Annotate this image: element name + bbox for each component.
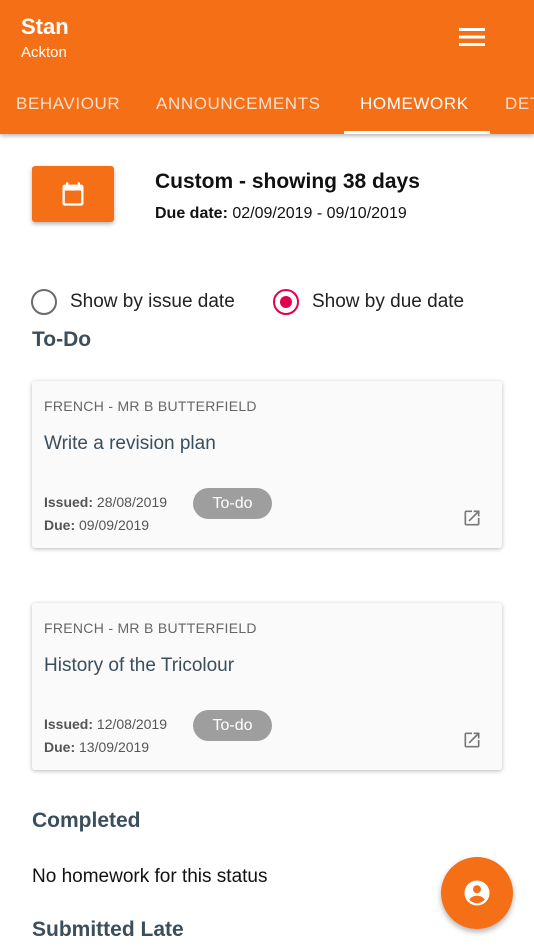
tab-behaviour[interactable]: BEHAVIOUR	[16, 80, 120, 134]
radio-issue-label: Show by issue date	[70, 291, 235, 312]
card-title: Write a revision plan	[44, 433, 216, 454]
section-heading-todo: To-Do	[32, 328, 92, 351]
issued-label: Issued:	[44, 494, 94, 510]
due-label: Due:	[44, 739, 76, 755]
homework-card[interactable]: FRENCH - MR B BUTTERFIELD History of the…	[32, 603, 502, 770]
due-date-label: Due date:	[155, 205, 228, 222]
section-heading-submitted-late: Submitted Late	[32, 918, 184, 941]
due-date: 13/09/2019	[79, 739, 150, 755]
open-homework-button[interactable]	[460, 728, 484, 752]
open-in-new-icon	[464, 510, 480, 526]
card-title: History of the Tricolour	[44, 655, 235, 676]
date-range-button[interactable]	[32, 166, 114, 222]
due-date-value: 02/09/2019 - 09/10/2019	[232, 205, 407, 222]
account-fab-button[interactable]	[441, 857, 513, 929]
open-in-new-icon	[464, 732, 480, 748]
due-date: 09/09/2019	[79, 517, 150, 533]
card-dates: Issued: 28/08/2019 Due: 09/09/2019	[44, 491, 167, 537]
open-homework-button[interactable]	[460, 506, 484, 530]
status-badge: To-do	[193, 710, 272, 741]
issued-date: 28/08/2019	[96, 494, 167, 510]
due-label: Due:	[44, 517, 76, 533]
app-bar: Stan Ackton BEHAVIOUR ANNOUNCEMENTS HOME…	[0, 0, 534, 134]
card-dates: Issued: 12/08/2019 Due: 13/09/2019	[44, 713, 167, 759]
homework-card[interactable]: FRENCH - MR B BUTTERFIELD Write a revisi…	[32, 381, 502, 548]
due-date-range: Due date: 02/09/2019 - 09/10/2019	[155, 205, 407, 223]
active-tab-indicator	[344, 131, 490, 134]
menu-button[interactable]	[452, 20, 492, 54]
hamburger-menu-icon	[459, 28, 485, 46]
radio-show-by-issue-date[interactable]: Show by issue date	[31, 288, 235, 316]
date-range-title: Custom - showing 38 days	[155, 170, 420, 193]
calendar-icon	[62, 182, 84, 206]
radio-show-by-due-date[interactable]: Show by due date	[273, 288, 464, 316]
issued-label: Issued:	[44, 716, 94, 732]
radio-due-label: Show by due date	[312, 291, 465, 312]
account-circle-icon	[464, 880, 490, 906]
card-subject: FRENCH - MR B BUTTERFIELD	[44, 620, 257, 636]
empty-state-text: No homework for this status	[32, 866, 268, 887]
tab-detentions[interactable]: DET	[505, 80, 534, 134]
tab-announcements[interactable]: ANNOUNCEMENTS	[156, 80, 321, 134]
section-heading-completed: Completed	[32, 809, 141, 832]
student-name: Stan	[21, 14, 69, 39]
tab-homework[interactable]: HOMEWORK	[360, 80, 469, 134]
card-subject: FRENCH - MR B BUTTERFIELD	[44, 398, 257, 414]
radio-issue-indicator[interactable]	[31, 289, 57, 315]
status-badge: To-do	[193, 488, 272, 519]
issued-date: 12/08/2019	[96, 716, 167, 732]
tab-bar: BEHAVIOUR ANNOUNCEMENTS HOMEWORK DET	[0, 80, 534, 134]
radio-due-indicator[interactable]	[273, 289, 299, 315]
school-name: Ackton	[21, 44, 67, 61]
